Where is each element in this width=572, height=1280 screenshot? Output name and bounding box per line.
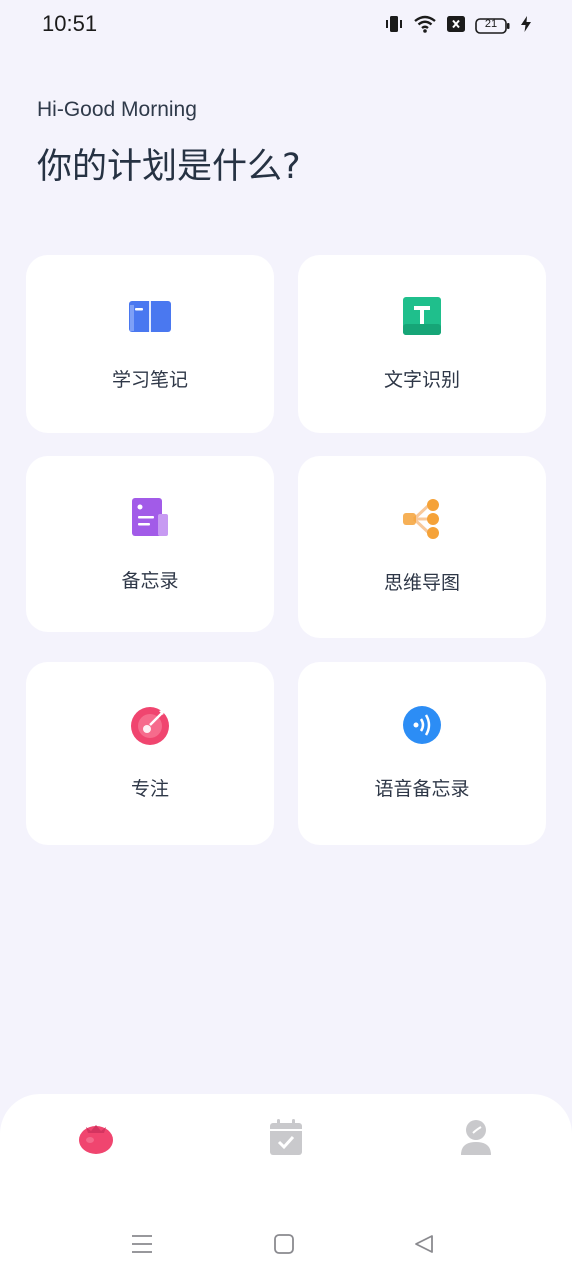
card-study-notes[interactable]: 学习笔记	[26, 255, 274, 433]
system-back-button[interactable]	[404, 1226, 444, 1266]
greeting-text: Hi-Good Morning	[37, 98, 197, 121]
home-icon	[273, 1233, 295, 1259]
status-icons: 21	[384, 14, 532, 38]
page-title: 你的计划是什么?	[37, 147, 301, 187]
vibrate-icon	[384, 14, 404, 38]
nav-tab-home[interactable]	[66, 1114, 126, 1164]
battery-level: 21	[484, 18, 498, 30]
status-bar: 10:51 21	[0, 0, 572, 52]
calendar-check-icon	[269, 1118, 303, 1160]
charging-icon	[520, 15, 532, 37]
card-mind-map[interactable]: 思维导图	[298, 456, 546, 638]
card-text-recognition[interactable]: 文字识别	[298, 255, 546, 433]
back-icon	[413, 1233, 435, 1259]
wifi-icon	[413, 14, 437, 38]
nav-tab-profile[interactable]	[446, 1114, 506, 1164]
menu-icon	[130, 1233, 154, 1259]
card-memo[interactable]: 备忘录	[26, 456, 274, 632]
sim-blocked-icon	[446, 15, 466, 37]
mind-map-icon	[399, 496, 445, 542]
tomato-icon	[77, 1118, 115, 1160]
card-label: 文字识别	[383, 369, 460, 391]
card-label: 学习笔记	[111, 369, 188, 391]
card-label: 语音备忘录	[374, 778, 470, 800]
profile-icon	[459, 1118, 493, 1160]
battery-icon: 21	[475, 17, 511, 35]
status-time: 10:51	[42, 11, 98, 36]
voice-memo-icon	[399, 702, 445, 748]
text-recognition-icon	[399, 293, 445, 339]
card-focus[interactable]: 专注	[26, 662, 274, 845]
system-home-button[interactable]	[264, 1226, 304, 1266]
card-label: 备忘录	[121, 570, 179, 592]
card-label: 思维导图	[383, 572, 460, 594]
system-menu-button[interactable]	[122, 1226, 162, 1266]
focus-icon	[127, 702, 173, 748]
card-voice-memo[interactable]: 语音备忘录	[298, 662, 546, 845]
notebook-icon	[127, 293, 173, 339]
nav-tab-calendar[interactable]	[256, 1114, 316, 1164]
memo-icon	[127, 494, 173, 540]
card-label: 专注	[130, 778, 169, 800]
